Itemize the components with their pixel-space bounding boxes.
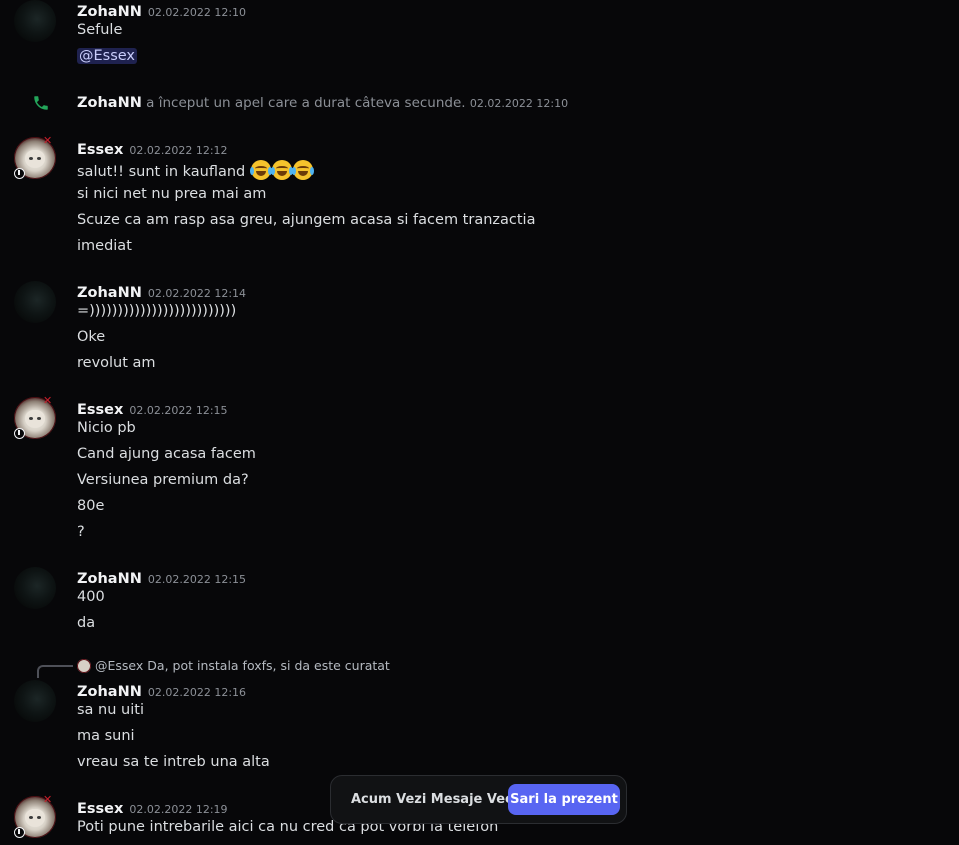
status-badge <box>14 168 25 179</box>
author-name[interactable]: Essex <box>77 142 123 158</box>
message-header: ZohaNN 02.02.2022 12:16 <box>77 681 246 700</box>
chat-messages: ZohaNN 02.02.2022 12:10 Sefule @Essex Zoh… <box>0 0 959 845</box>
avatar-detail <box>37 417 41 420</box>
message-text: Scuze ca am rasp asa greu, ajungem acasa… <box>77 212 536 228</box>
reply-preview[interactable]: @Essex Da, pot instala foxfs, si da este … <box>77 658 390 673</box>
reply-author[interactable]: @Essex <box>95 658 143 673</box>
phone-icon <box>34 96 48 110</box>
message-header: Essex 02.02.2022 12:15 <box>77 399 228 418</box>
timestamp: 02.02.2022 12:14 <box>147 287 247 300</box>
message-line: salut!! sunt in kaufland <box>77 160 314 180</box>
message-text: Cand ajung acasa facem <box>77 446 256 462</box>
reply-avatar <box>77 659 91 673</box>
message-text: ma suni <box>77 728 135 744</box>
message-header: ZohaNN 02.02.2022 12:15 <box>77 568 246 587</box>
message-header: ZohaNN 02.02.2022 12:14 <box>77 282 246 301</box>
reply-text[interactable]: Da, pot instala foxfs, si da este curata… <box>147 658 390 673</box>
avatar-image <box>25 150 45 168</box>
timestamp: 02.02.2022 12:12 <box>129 144 228 157</box>
message-text: vreau sa te intreb una alta <box>77 754 270 770</box>
call-system-message: ZohaNN a început un apel care a durat câ… <box>77 95 568 111</box>
avatar-detail <box>37 157 41 160</box>
reply-spine <box>37 665 73 678</box>
avatar-image <box>25 809 45 827</box>
user-mention[interactable]: @Essex <box>77 48 138 64</box>
author-name[interactable]: ZohaNN <box>77 684 142 700</box>
message-header: Essex 02.02.2022 12:19 <box>77 798 228 817</box>
avatar-zohann[interactable] <box>14 567 56 609</box>
decoration-x-icon: ✕ <box>43 134 53 147</box>
decoration-x-icon: ✕ <box>43 793 53 806</box>
timestamp: 02.02.2022 12:10 <box>469 97 569 110</box>
decoration-x-icon: ✕ <box>43 394 53 407</box>
avatar-zohann[interactable] <box>14 680 56 722</box>
message-text: 80e <box>77 498 105 514</box>
message-text: Nicio pb <box>77 420 136 436</box>
message-text: si nici net nu prea mai am <box>77 186 267 202</box>
timestamp: 02.02.2022 12:15 <box>129 404 228 417</box>
message-text: =)))))))))))))))))))))))))) <box>77 303 237 319</box>
author-name[interactable]: ZohaNN <box>77 95 142 111</box>
author-name[interactable]: Essex <box>77 402 123 418</box>
timestamp: 02.02.2022 12:16 <box>147 686 247 699</box>
message-text: sa nu uiti <box>77 702 144 718</box>
jump-to-present-bar: Acum Vezi Mesaje Vechi Sari la prezent <box>330 775 627 824</box>
avatar-detail <box>29 157 33 160</box>
avatar-detail <box>37 816 41 819</box>
status-badge <box>14 827 25 838</box>
status-badge <box>14 428 25 439</box>
avatar-image <box>25 410 45 428</box>
author-name[interactable]: ZohaNN <box>77 285 142 301</box>
timestamp: 02.02.2022 12:15 <box>147 573 247 586</box>
author-name[interactable]: Essex <box>77 801 123 817</box>
avatar-detail <box>29 417 33 420</box>
message-header: Essex 02.02.2022 12:12 <box>77 139 228 158</box>
author-name[interactable]: ZohaNN <box>77 571 142 587</box>
avatar-zohann[interactable] <box>14 0 56 42</box>
joy-emoji-icon[interactable] <box>291 160 314 180</box>
joy-emoji-icon[interactable] <box>249 160 272 180</box>
avatar-zohann[interactable] <box>14 281 56 323</box>
message-text: ? <box>77 524 85 540</box>
message-text: revolut am <box>77 355 156 371</box>
message-text: Versiunea premium da? <box>77 472 249 488</box>
message-text: da <box>77 615 96 631</box>
call-text: a început un apel care a durat câteva se… <box>146 95 466 111</box>
author-name[interactable]: ZohaNN <box>77 4 142 20</box>
message-header: ZohaNN 02.02.2022 12:10 <box>77 1 246 20</box>
avatar-detail <box>29 816 33 819</box>
message-text: @Essex <box>77 48 138 64</box>
message-text: salut!! sunt in kaufland <box>77 164 246 180</box>
jump-to-present-button[interactable]: Sari la prezent <box>508 784 620 815</box>
message-text: Oke <box>77 329 106 345</box>
viewing-older-label: Acum Vezi Mesaje Vechi <box>351 792 527 807</box>
timestamp: 02.02.2022 12:10 <box>147 6 247 19</box>
joy-emoji-icon[interactable] <box>270 160 293 180</box>
message-text: 400 <box>77 589 105 605</box>
timestamp: 02.02.2022 12:19 <box>129 803 228 816</box>
message-text: Sefule <box>77 22 123 38</box>
message-text: imediat <box>77 238 132 254</box>
